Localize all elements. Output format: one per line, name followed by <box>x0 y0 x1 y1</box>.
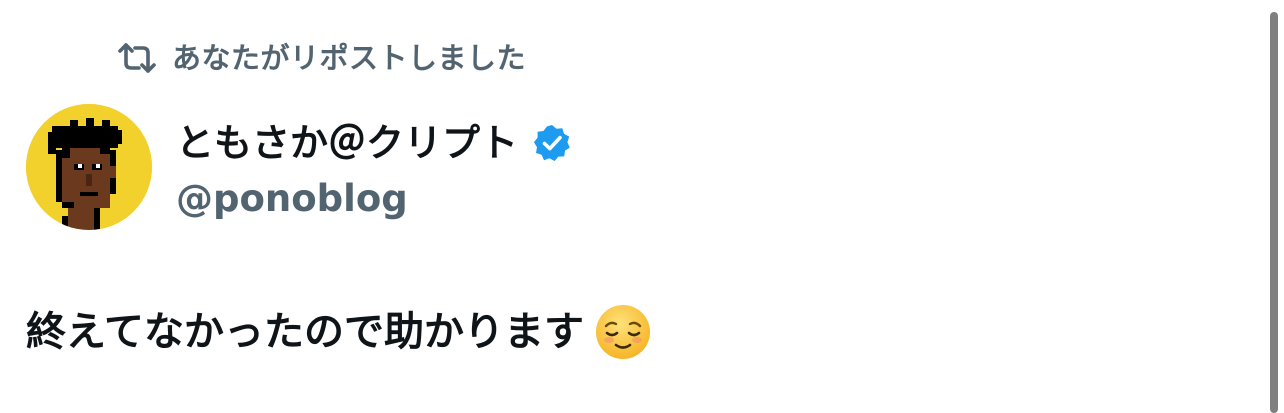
display-name[interactable]: ともさか＠クリプト <box>176 116 518 170</box>
author-row: ともさか＠クリプト @ponoblog <box>26 104 572 230</box>
verified-badge-icon <box>532 123 572 163</box>
pixel-avatar-icon <box>26 104 152 230</box>
post-body: 終えてなかったので助かります <box>26 300 652 364</box>
repost-icon <box>116 42 158 74</box>
repost-label: あなたがリポストしました <box>172 41 527 75</box>
scrollbar[interactable] <box>1270 12 1278 413</box>
post-card: あなたがリポストしました ともさか＠クリプト @ponoblog 終えてなかった… <box>0 0 1284 413</box>
user-handle[interactable]: @ponoblog <box>176 172 572 226</box>
relieved-face-emoji-icon <box>594 303 652 361</box>
post-text: 終えてなかったので助かります <box>26 309 584 355</box>
avatar[interactable] <box>26 104 152 230</box>
display-name-row[interactable]: ともさか＠クリプト <box>176 116 572 170</box>
author-names: ともさか＠クリプト @ponoblog <box>176 104 572 226</box>
repost-indicator[interactable]: あなたがリポストしました <box>116 38 526 78</box>
